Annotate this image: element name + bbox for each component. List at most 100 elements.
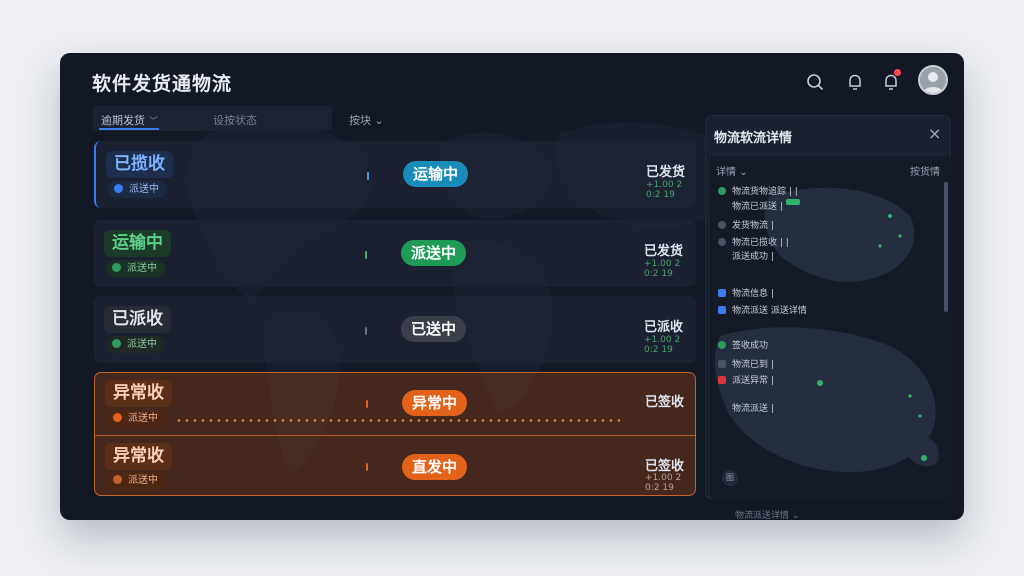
logistics-detail-panel: 物流软流详情 × 详情 ⌄ 按货情 物流货物追踪 | | 物流已派送 | 发货物… xyxy=(705,115,951,499)
status-filter-label: 逾期发货 xyxy=(101,114,145,127)
row-sub-label: 派送中 xyxy=(127,339,157,350)
row-right-title: 已签收 xyxy=(645,395,685,410)
status-pill: 异常中 xyxy=(402,390,468,416)
timeline-event-text: 物流货物追踪 | | xyxy=(732,187,798,197)
dispatch-icon xyxy=(114,184,123,193)
box-icon xyxy=(718,306,726,314)
dot-icon xyxy=(718,238,726,246)
timeline-event-text: 物流信息 | xyxy=(732,289,774,299)
sort-toggle[interactable]: 按块 ⌄ xyxy=(349,112,384,128)
row-right-sub: +1.00 2 0:2 19 xyxy=(644,335,681,355)
timeline-event-text: 派送成功 | xyxy=(732,252,774,262)
row-sub-badge: 派送中 xyxy=(106,260,165,277)
chevron-down-icon: ⌄ xyxy=(791,511,800,520)
dispatch-icon xyxy=(112,339,121,348)
row-status-title: 已揽收 xyxy=(106,151,173,178)
status-pill: 运输中 xyxy=(403,161,469,187)
row-sub-badge: 派送中 xyxy=(106,336,165,353)
progress-tick xyxy=(366,463,368,471)
row-sub-label: 派送中 xyxy=(127,263,157,274)
warning-icon xyxy=(718,376,726,384)
row-sub-badge: 派送中 xyxy=(108,181,167,198)
row-right-sub: +1.00 2 0:2 19 xyxy=(646,180,683,200)
row-sub-label: 派送中 xyxy=(128,413,158,424)
row-sub-badge: 派送中 xyxy=(107,410,166,427)
row-right-sub: +1.00 2 0:2 19 xyxy=(645,473,682,493)
tab-label: 详情 xyxy=(716,167,736,178)
shipment-row[interactable]: 已派收 派送中 已送中 已派收 +1.00 2 0:2 19 xyxy=(94,296,696,363)
timeline-event: 物流已揽收 | | xyxy=(718,235,789,248)
search-icon[interactable] xyxy=(804,71,826,93)
dispatch-icon xyxy=(112,263,121,272)
panel-tab-details[interactable]: 详情 ⌄ xyxy=(716,163,748,178)
progress-tick xyxy=(366,400,368,408)
panel-footer-label: 物流派送详情 xyxy=(735,511,790,520)
timeline-event-text: 物流已到 | xyxy=(732,360,774,370)
timeline-event: 物流派送 | xyxy=(718,401,774,414)
panel-title: 物流软流详情 xyxy=(714,131,793,146)
timeline-event: 物流信息 | xyxy=(718,286,774,299)
status-pill: 已送中 xyxy=(401,316,467,342)
scrollbar[interactable] xyxy=(944,182,948,312)
row-status-title: 异常收 xyxy=(105,443,172,470)
timeline-event: 发货物流 | xyxy=(718,218,774,231)
timeline-event: 物流货物追踪 | | xyxy=(718,184,798,197)
row-right-title: 已派收 xyxy=(644,320,684,335)
progress-tick xyxy=(367,172,369,180)
timeline-event: 派送异常 | xyxy=(718,373,774,386)
app-title: 软件发货通物流 xyxy=(92,73,233,95)
panel-content: 详情 ⌄ 按货情 物流货物追踪 | | 物流已派送 | 发货物流 | 物流已揽收… xyxy=(710,156,951,499)
map-legend-button[interactable]: 图 xyxy=(722,470,738,486)
sort-label: 按块 xyxy=(349,114,371,127)
timeline-event: 派送成功 | xyxy=(718,249,774,262)
row-right-title: 已发货 xyxy=(644,244,684,259)
timeline-event: 签收成功 xyxy=(718,338,768,351)
panel-footer-link[interactable]: 物流派送详情 ⌄ xyxy=(735,508,799,520)
row-sub-badge: 派送中 xyxy=(107,472,166,489)
status-filter-select[interactable]: 逾期发货 ﹀ xyxy=(101,112,158,128)
exception-group[interactable]: 异常收 派送中 异常中 已签收 异常收 派送中 直发中 已签收 +1.00 2 … xyxy=(94,372,696,496)
avatar[interactable] xyxy=(918,65,948,95)
row-sub-label: 派送中 xyxy=(128,475,158,486)
timeline-event: 物流派送 派送详情 xyxy=(718,303,807,316)
panel-tab-shipment[interactable]: 按货情 xyxy=(910,163,940,178)
row-right-sub: +1.00 2 0:2 19 xyxy=(644,259,681,279)
timeline-event-text: 物流已派送 | xyxy=(732,202,783,212)
status-pill: 直发中 xyxy=(402,454,468,480)
timeline-event-text: 发货物流 | xyxy=(732,221,774,231)
shipment-row[interactable]: 运输中 派送中 派送中 已发货 +1.00 2 0:2 19 xyxy=(94,220,696,287)
status-pill: 派送中 xyxy=(401,240,467,266)
timeline-event: 物流已到 | xyxy=(718,357,774,370)
filter-bar: 逾期发货 ﹀ 设按状态 xyxy=(93,106,332,131)
dot-icon xyxy=(718,221,726,229)
status-search-input[interactable]: 设按状态 xyxy=(213,112,257,128)
box-icon xyxy=(718,289,726,297)
chevron-down-icon: ⌄ xyxy=(374,114,384,127)
progress-tick xyxy=(365,327,367,335)
app-window: 软件发货通物流 逾期发货 ﹀ 设按状态 按块 ⌄ 已揽收 派送中 运输中 已发货 … xyxy=(60,53,964,520)
row-status-title: 已派收 xyxy=(104,306,171,333)
row-divider xyxy=(95,435,695,436)
row-status-title: 异常收 xyxy=(105,380,172,407)
row-right-title: 已发货 xyxy=(646,165,686,180)
chevron-down-icon: ﹀ xyxy=(149,117,159,127)
shipment-row[interactable]: 已揽收 派送中 运输中 已发货 +1.00 2 0:2 19 xyxy=(94,141,696,208)
timeline-event-text: 物流派送 派送详情 xyxy=(732,306,807,316)
row-status-title: 运输中 xyxy=(104,230,171,257)
timeline-event-text: 派送异常 | xyxy=(732,376,774,386)
route-progress-dots xyxy=(175,419,620,422)
row-sub-label: 派送中 xyxy=(129,184,159,195)
filter-underline xyxy=(99,128,159,130)
timeline-event-text: 签收成功 xyxy=(732,341,769,351)
warning-icon xyxy=(113,413,122,422)
box-icon xyxy=(718,360,726,368)
bell-icon[interactable] xyxy=(844,71,866,93)
timeline-event: 物流已派送 | xyxy=(718,199,783,212)
timeline-event-text: 物流派送 | xyxy=(732,404,774,414)
dispatch-icon xyxy=(113,475,122,484)
close-icon[interactable]: × xyxy=(928,124,941,143)
dot-icon xyxy=(718,187,726,195)
